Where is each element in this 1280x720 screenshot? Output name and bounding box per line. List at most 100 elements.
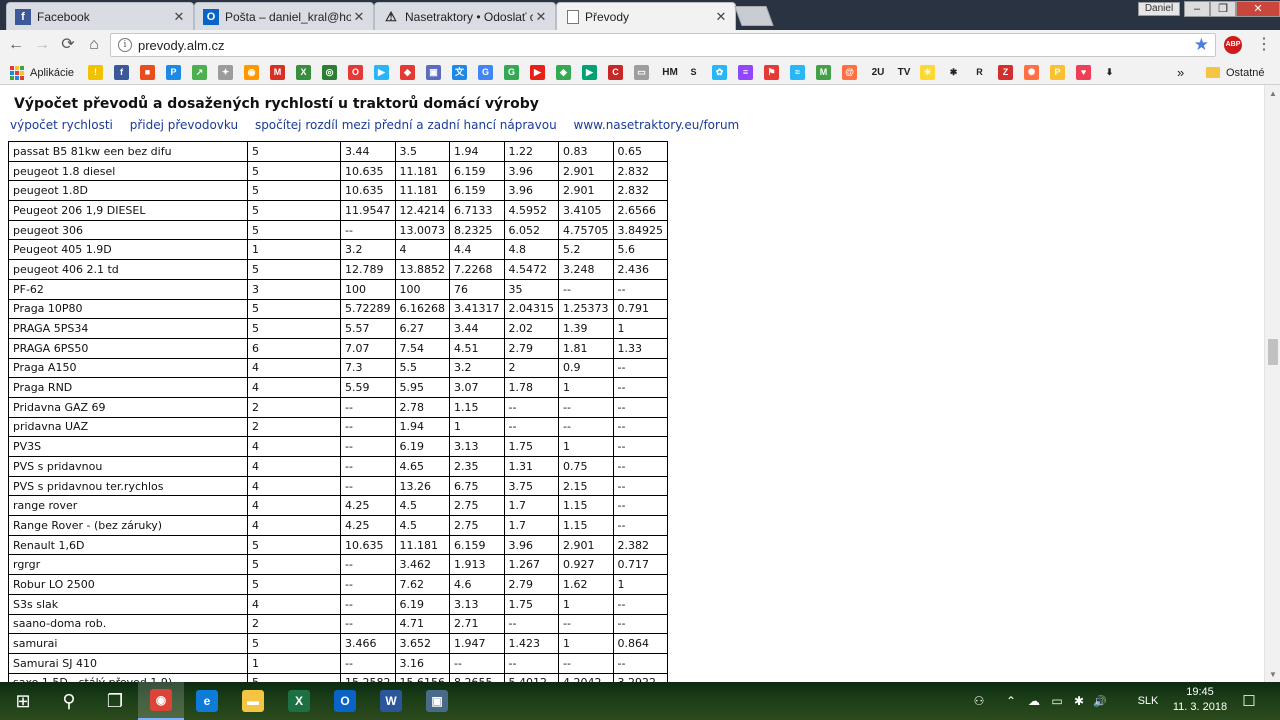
bookmark-facebook-icon[interactable]: f	[114, 65, 129, 80]
bookmark-r-icon[interactable]: R	[972, 65, 987, 80]
adblock-plus-icon[interactable]: ABP	[1224, 36, 1242, 54]
bookmark-play-store-icon[interactable]: ▶	[582, 65, 597, 80]
bookmark-image-icon[interactable]: ▣	[426, 65, 441, 80]
bookmark-x-green-icon[interactable]: X	[296, 65, 311, 80]
bookmark-google2-icon[interactable]: G	[504, 65, 519, 80]
tray-volume-icon[interactable]: 🔊	[1090, 682, 1110, 720]
taskbar-outlook-button[interactable]: O	[322, 682, 368, 720]
taskbar-edge-button[interactable]: e	[184, 682, 230, 720]
bookmark-download-icon[interactable]: ⬇	[1102, 65, 1117, 80]
scroll-down-arrow-icon[interactable]: ▼	[1265, 668, 1280, 682]
bookmark-star-icon[interactable]: ★	[1194, 35, 1209, 55]
bookmark-red-box-icon[interactable]: ◆	[400, 65, 415, 80]
menu-icon[interactable]: ⋮	[1256, 35, 1272, 55]
info-icon[interactable]: i	[118, 38, 132, 52]
taskbar-task-view-button[interactable]: ❐	[92, 682, 138, 720]
taskbar-excel-button[interactable]: X	[276, 682, 322, 720]
bookmark-fox-icon[interactable]: ✺	[1024, 65, 1039, 80]
ratio-cell: 8.2655	[449, 672, 505, 682]
bookmark-play-icon[interactable]: ▶	[374, 65, 389, 80]
vertical-scrollbar[interactable]: ▲ ▼	[1264, 85, 1280, 682]
link-spocitej-rozdil[interactable]: spočítej rozdíl mezi přední a zadní hanc…	[255, 118, 557, 132]
bookmark-opera-icon[interactable]: O	[348, 65, 363, 80]
close-tab-icon[interactable]: ✕	[351, 9, 367, 25]
taskbar-chrome-button[interactable]: ◉	[138, 682, 184, 720]
tab-prevody[interactable]: Převody ✕	[556, 2, 736, 30]
bookmark-hm-icon[interactable]: HM	[660, 65, 680, 80]
clock[interactable]: 19:45 11. 3. 2018	[1170, 685, 1230, 715]
bookmark-google-icon[interactable]: G	[478, 65, 493, 80]
reload-button[interactable]: ⟳	[58, 35, 78, 55]
bookmark-p-blue-icon[interactable]: P	[166, 65, 181, 80]
notifications-icon[interactable]: ☐	[1236, 682, 1262, 720]
gear-count-cell: 5	[247, 298, 341, 320]
bookmark-gmail-icon[interactable]: M	[270, 65, 285, 80]
table-row: range rover 4 4.25 4.5 2.75 1.7 1.15 --	[8, 495, 668, 517]
taskbar-word-button[interactable]: W	[368, 682, 414, 720]
taskbar-explorer-button[interactable]: ▬	[230, 682, 276, 720]
taskbar-store-button[interactable]: ▣	[414, 682, 460, 720]
home-button[interactable]: ⌂	[84, 35, 104, 55]
link-vypocet-rychlosti[interactable]: výpočet rychlosti	[10, 118, 113, 132]
tray-chevron-icon[interactable]: ⌃	[1002, 682, 1020, 720]
bookmark-arrow-green-icon[interactable]: ↗	[192, 65, 207, 80]
other-bookmarks[interactable]: Ostatné	[1206, 64, 1265, 81]
bookmark-doc-icon[interactable]: ▭	[634, 65, 649, 80]
bookmark-sphere-icon[interactable]: ◎	[322, 65, 337, 80]
bookmark-pocket-icon[interactable]: ♥	[1076, 65, 1091, 80]
bookmark-bug-icon[interactable]: ✱	[946, 65, 961, 80]
forward-button[interactable]: →	[32, 35, 52, 55]
bookmark-wing-icon[interactable]: ≈	[790, 65, 805, 80]
back-button[interactable]: ←	[6, 35, 26, 55]
tray-onedrive-icon[interactable]: ☁	[1024, 682, 1044, 720]
table-row: PVS s pridavnou 4 -- 4.65 2.35 1.31 0.75 --	[8, 456, 668, 477]
bookmark-cat-icon[interactable]: ✿	[712, 65, 727, 80]
minimize-button[interactable]: –	[1184, 1, 1210, 17]
tray-battery-icon[interactable]: ▭	[1048, 682, 1066, 720]
tab-facebook[interactable]: f Facebook ✕	[6, 2, 194, 30]
url-text[interactable]: prevody.alm.cz	[138, 38, 1194, 53]
bookmark-twitch-icon[interactable]: ≡	[738, 65, 753, 80]
tray-people-icon[interactable]: ⚇	[968, 682, 990, 720]
link-pridej-prevodovku[interactable]: přidej převodovku	[130, 118, 238, 132]
ratio-cell: 0.717	[612, 554, 668, 576]
close-tab-icon[interactable]: ✕	[171, 9, 187, 25]
bookmark-orange-circle-icon[interactable]: ◉	[244, 65, 259, 80]
bookmark-p-yellow-icon[interactable]: P	[1050, 65, 1065, 80]
bookmark-at-icon[interactable]: @	[842, 65, 857, 80]
scroll-up-arrow-icon[interactable]: ▲	[1265, 87, 1280, 101]
maximize-button[interactable]: ❐	[1210, 1, 1236, 17]
ratio-cell: 1.75	[503, 436, 559, 457]
bookmark-tv-icon[interactable]: TV	[894, 65, 914, 80]
taskbar-start-button[interactable]: ⊞	[0, 682, 46, 720]
new-tab-button[interactable]	[734, 6, 774, 26]
close-window-button[interactable]: ✕	[1236, 1, 1280, 17]
bookmark-sun-icon[interactable]: ☀	[920, 65, 935, 80]
ratio-cell: 3.652	[394, 633, 450, 654]
bookmark-microsoft-icon[interactable]: ■	[140, 65, 155, 80]
profile-button[interactable]: Daniel	[1138, 2, 1180, 16]
bookmark-m-green-icon[interactable]: M	[816, 65, 831, 80]
bookmark-bird-icon[interactable]: ✦	[218, 65, 233, 80]
bookmark-flag-icon[interactable]: ⚑	[764, 65, 779, 80]
bookmark-2u-icon[interactable]: 2U	[868, 65, 888, 80]
bookmark-z-icon[interactable]: Z	[998, 65, 1013, 80]
scrollbar-thumb[interactable]	[1268, 339, 1278, 365]
close-tab-icon[interactable]: ✕	[533, 9, 549, 25]
bookmark-warning-icon[interactable]: !	[88, 65, 103, 80]
bookmark-s-icon[interactable]: S	[686, 65, 701, 80]
bookmark-youtube-icon[interactable]: ▶	[530, 65, 545, 80]
address-bar[interactable]: i prevody.alm.cz ★	[110, 33, 1216, 57]
apps-bookmark[interactable]: Aplikácie	[10, 64, 74, 81]
link-forum[interactable]: www.nasetraktory.eu/forum	[574, 118, 740, 132]
close-tab-icon[interactable]: ✕	[713, 9, 729, 25]
taskbar-search-button[interactable]: ⚲	[46, 682, 92, 720]
tray-bluetooth-icon[interactable]: ✱	[1070, 682, 1088, 720]
bookmark-maps-icon[interactable]: ◈	[556, 65, 571, 80]
bookmarks-overflow[interactable]: »	[1177, 64, 1184, 81]
bookmark-translate-icon[interactable]: 文	[452, 65, 467, 80]
tray-language[interactable]: SLK	[1134, 682, 1162, 720]
tab-outlook[interactable]: O Pošta – daniel_kral@hotr ✕	[194, 2, 374, 30]
tab-nasetraktory[interactable]: ⚠ Nasetraktory • Odoslať o ✕	[374, 2, 556, 30]
bookmark-c-red-icon[interactable]: C	[608, 65, 623, 80]
